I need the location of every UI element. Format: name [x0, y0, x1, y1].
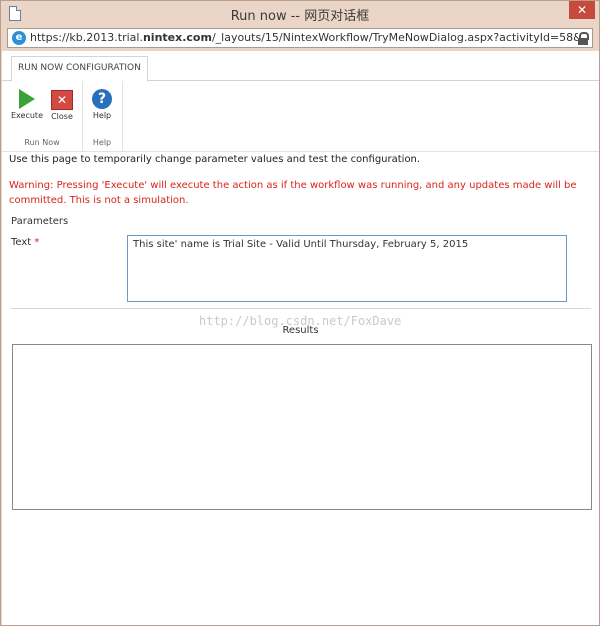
close-icon: ✕ [51, 90, 73, 110]
results-box[interactable] [12, 344, 592, 510]
results-label: Results [282, 325, 319, 336]
required-mark: * [34, 237, 40, 248]
title-bar[interactable]: Run now -- 网页对话框 ✕ [1, 1, 599, 27]
warning-text: Warning: Pressing 'Execute' will execute… [9, 180, 577, 206]
text-input[interactable]: This site' name is Trial Site - Valid Un… [127, 235, 567, 302]
text-field-label: Text * [11, 237, 39, 248]
url-host: nintex.com [142, 31, 212, 44]
close-button[interactable]: ✕ Close [44, 87, 80, 121]
url-prefix: https://kb.2013.trial. [30, 31, 143, 44]
ribbon-group-run-now: Execute ✕ Close Run Now [2, 81, 83, 151]
execute-icon [19, 89, 35, 109]
execute-button[interactable]: Execute [9, 87, 45, 120]
url-suffix: /_layouts/15/NintexWorkflow/TryMeNowDial… [211, 31, 578, 44]
url-text: https://kb.2013.trial.nintex.com/_layout… [30, 31, 578, 44]
dialog-content: RUN NOW CONFIGURATION Execute ✕ Close Ru… [2, 51, 599, 625]
tab-run-now-configuration[interactable]: RUN NOW CONFIGURATION [11, 56, 148, 82]
help-icon: ? [92, 89, 112, 109]
ribbon-group-help: ? Help Help [82, 81, 123, 151]
group-label-run-now: Run Now [24, 138, 60, 147]
help-label: Help [92, 111, 112, 120]
ribbon: Execute ✕ Close Run Now ? Help Help [2, 81, 599, 152]
divider [11, 308, 591, 309]
group-label-help: Help [92, 138, 112, 147]
ribbon-tabs: RUN NOW CONFIGURATION [2, 51, 599, 82]
dialog-window: Run now -- 网页对话框 ✕ e https://kb.2013.tri… [0, 0, 600, 626]
address-bar[interactable]: e https://kb.2013.trial.nintex.com/_layo… [7, 28, 593, 48]
window-title: Run now -- 网页对话框 [230, 9, 370, 24]
text-label: Text [11, 237, 32, 248]
close-label: Close [51, 112, 73, 121]
parameters-heading: Parameters [11, 216, 69, 227]
help-button[interactable]: ? Help [84, 87, 120, 120]
intro-text: Use this page to temporarily change para… [9, 154, 421, 165]
window-close-button[interactable]: ✕ [569, 1, 595, 19]
execute-label: Execute [11, 111, 43, 120]
ie-icon: e [12, 31, 26, 45]
lock-icon [578, 32, 589, 45]
